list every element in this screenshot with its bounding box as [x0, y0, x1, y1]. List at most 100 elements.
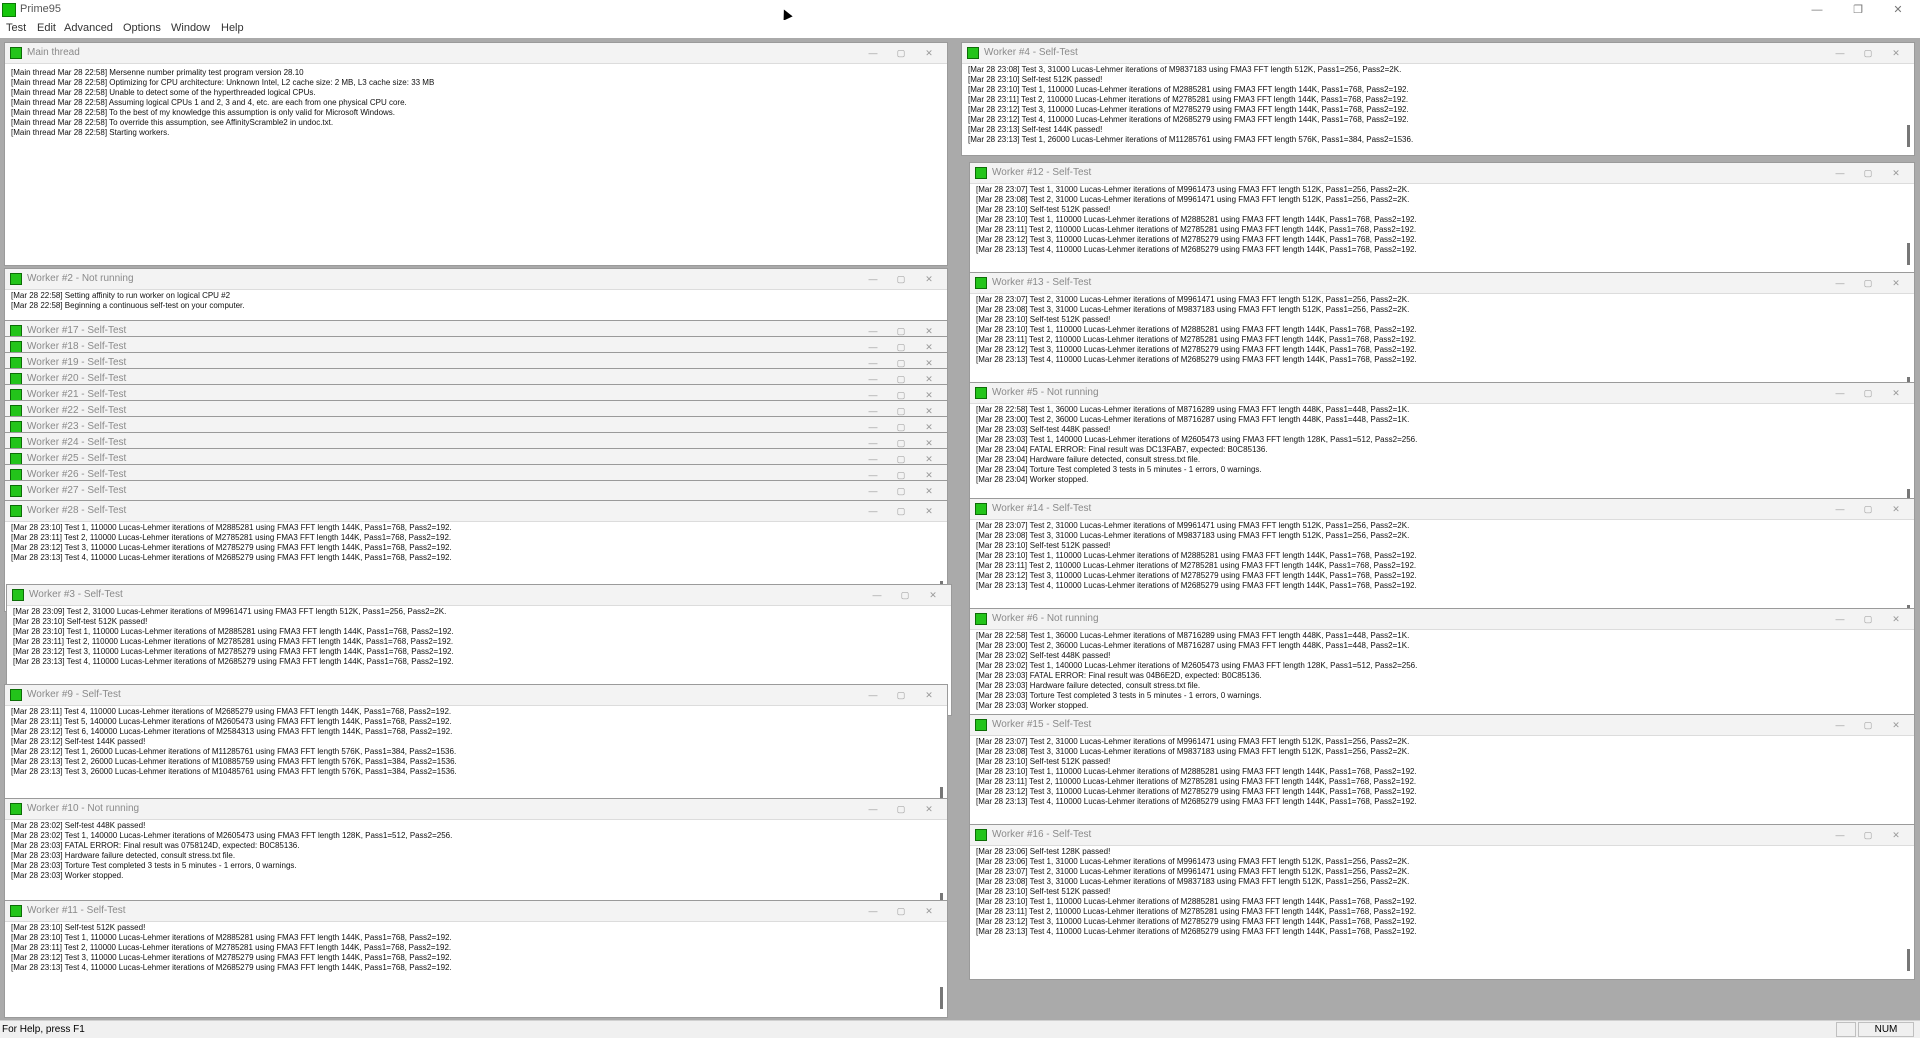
window-minimize-button[interactable]: — [1828, 385, 1852, 401]
restore-button[interactable]: ❐ [1838, 0, 1878, 20]
scrollbar-thumb[interactable] [1907, 949, 1910, 971]
log-line: [Mar 28 23:11] Test 5, 140000 Lucas-Lehm… [11, 717, 452, 726]
window-title: Worker #26 - Self-Test [27, 469, 127, 480]
window-maximize-button[interactable]: ▢ [889, 687, 913, 703]
close-button[interactable]: ✕ [1878, 0, 1918, 20]
main-thread-window[interactable]: Main thread — ▢ ✕ [Main thread Mar 28 22:58]… [4, 42, 948, 266]
window-maximize-button[interactable]: ▢ [1856, 385, 1880, 401]
window-maximize-button[interactable]: ▢ [1856, 165, 1880, 181]
scrollbar-thumb[interactable] [940, 987, 943, 1009]
window-close-button[interactable]: ✕ [1884, 275, 1908, 291]
scrollbar-thumb[interactable] [1907, 125, 1910, 147]
window-title-bar[interactable]: Worker #16 - Self-Test — ▢ ✕ [970, 825, 1914, 846]
menu-edit[interactable]: Edit [37, 22, 56, 34]
window-maximize-button[interactable]: ▢ [1856, 501, 1880, 517]
window-minimize-button[interactable]: — [865, 587, 889, 603]
log-line: [Mar 28 23:03] Self-test 448K passed! [976, 425, 1111, 434]
window-maximize-button[interactable]: ▢ [1856, 827, 1880, 843]
window-close-button[interactable]: ✕ [917, 271, 941, 287]
window-title-bar[interactable]: Worker #3 - Self-Test — ▢ ✕ [7, 585, 951, 606]
menu-help[interactable]: Help [221, 22, 244, 34]
worker-window[interactable]: Worker #12 - Self-Test — ▢ ✕ [Mar 28 23:07] … [969, 162, 1915, 274]
window-maximize-button[interactable]: ▢ [889, 801, 913, 817]
log-line: [Mar 28 23:07] Test 2, 31000 Lucas-Lehme… [976, 521, 1410, 530]
window-title-bar[interactable]: Worker #27 - Self-Test — ▢ ✕ [5, 481, 947, 502]
menu-advanced[interactable]: Advanced [64, 22, 113, 34]
window-close-button[interactable]: ✕ [1884, 501, 1908, 517]
window-title-bar[interactable]: Worker #13 - Self-Test — ▢ ✕ [970, 273, 1914, 294]
scrollbar-thumb[interactable] [1907, 243, 1910, 265]
log-line: [Mar 28 23:10] Self-test 512K passed! [976, 205, 1111, 214]
window-title-bar[interactable]: Worker #5 - Not running — ▢ ✕ [970, 383, 1914, 404]
window-minimize-button[interactable]: — [1828, 165, 1852, 181]
window-minimize-button[interactable]: — [861, 903, 885, 919]
window-maximize-button[interactable]: ▢ [889, 503, 913, 519]
menu-options[interactable]: Options [123, 22, 161, 34]
log-line: [Mar 28 23:03] Worker stopped. [976, 701, 1089, 710]
window-maximize-button[interactable]: ▢ [889, 483, 913, 499]
app-title: Prime95 [20, 3, 61, 15]
window-close-button[interactable]: ✕ [917, 687, 941, 703]
window-close-button[interactable]: ✕ [917, 503, 941, 519]
window-maximize-button[interactable]: ▢ [1856, 717, 1880, 733]
window-close-button[interactable]: ✕ [917, 483, 941, 499]
window-minimize-button[interactable]: — [861, 483, 885, 499]
window-title-bar[interactable]: Worker #10 - Not running — ▢ ✕ [5, 799, 947, 820]
log-line: [Mar 28 23:13] Test 3, 26000 Lucas-Lehme… [11, 767, 457, 776]
window-title-bar[interactable]: Worker #15 - Self-Test — ▢ ✕ [970, 715, 1914, 736]
window-close-button[interactable]: ✕ [921, 587, 945, 603]
window-minimize-button[interactable]: — [861, 801, 885, 817]
window-minimize-button[interactable]: — [1828, 611, 1852, 627]
window-maximize-button[interactable]: ▢ [893, 587, 917, 603]
window-minimize-button[interactable]: — [861, 45, 885, 61]
window-maximize-button[interactable]: ▢ [889, 903, 913, 919]
log-line: [Mar 28 23:13] Test 4, 110000 Lucas-Lehm… [976, 355, 1417, 364]
window-close-button[interactable]: ✕ [1884, 385, 1908, 401]
window-title-bar[interactable]: Worker #9 - Self-Test — ▢ ✕ [5, 685, 947, 706]
window-minimize-button[interactable]: — [1828, 275, 1852, 291]
worker-window[interactable]: Worker #11 - Self-Test — ▢ ✕ [Mar 28 23:10] … [4, 900, 948, 1018]
worker-window[interactable]: Worker #4 - Self-Test — ▢ ✕ [Mar 28 23:08] T… [961, 42, 1915, 156]
window-minimize-button[interactable]: — [861, 271, 885, 287]
window-close-button[interactable]: ✕ [1884, 717, 1908, 733]
window-title-bar[interactable]: Worker #14 - Self-Test — ▢ ✕ [970, 499, 1914, 520]
window-close-button[interactable]: ✕ [1884, 165, 1908, 181]
num-lock-indicator: NUM [1858, 1022, 1914, 1037]
window-maximize-button[interactable]: ▢ [889, 271, 913, 287]
window-close-button[interactable]: ✕ [1884, 45, 1908, 61]
log-output: [Main thread Mar 28 22:58] Mersenne numb… [11, 68, 931, 138]
window-close-button[interactable]: ✕ [917, 45, 941, 61]
window-close-button[interactable]: ✕ [917, 903, 941, 919]
log-output: [Mar 28 23:07] Test 1, 31000 Lucas-Lehme… [976, 185, 1898, 273]
window-maximize-button[interactable]: ▢ [1856, 611, 1880, 627]
app-icon [2, 3, 16, 17]
window-title-bar[interactable]: Worker #4 - Self-Test — ▢ ✕ [962, 43, 1914, 64]
worker-window[interactable]: Worker #16 - Self-Test — ▢ ✕ [Mar 28 23:06] … [969, 824, 1915, 980]
menu-test[interactable]: Test [6, 22, 26, 34]
window-title-bar[interactable]: Worker #12 - Self-Test — ▢ ✕ [970, 163, 1914, 184]
window-title-bar[interactable]: Worker #6 - Not running — ▢ ✕ [970, 609, 1914, 630]
log-line: [Mar 28 23:12] Test 3, 110000 Lucas-Lehm… [976, 235, 1417, 244]
window-title-bar[interactable]: Worker #2 - Not running — ▢ ✕ [5, 269, 947, 290]
window-minimize-button[interactable]: — [1828, 501, 1852, 517]
window-maximize-button[interactable]: ▢ [1856, 275, 1880, 291]
window-minimize-button[interactable]: — [1828, 827, 1852, 843]
window-close-button[interactable]: ✕ [917, 801, 941, 817]
window-maximize-button[interactable]: ▢ [889, 45, 913, 61]
window-title: Worker #12 - Self-Test [992, 167, 1092, 178]
window-title-bar[interactable]: Worker #11 - Self-Test — ▢ ✕ [5, 901, 947, 922]
window-minimize-button[interactable]: — [861, 687, 885, 703]
window-minimize-button[interactable]: — [861, 503, 885, 519]
window-close-button[interactable]: ✕ [1884, 611, 1908, 627]
log-line: [Mar 28 23:10] Test 1, 110000 Lucas-Lehm… [976, 897, 1417, 906]
log-line: [Mar 28 23:11] Test 2, 110000 Lucas-Lehm… [976, 777, 1417, 786]
window-minimize-button[interactable]: — [1828, 717, 1852, 733]
window-minimize-button[interactable]: — [1828, 45, 1852, 61]
window-title-bar[interactable]: Worker #28 - Self-Test — ▢ ✕ [5, 501, 947, 522]
window-close-button[interactable]: ✕ [1884, 827, 1908, 843]
window-title-bar[interactable]: Main thread — ▢ ✕ [5, 43, 947, 64]
window-maximize-button[interactable]: ▢ [1856, 45, 1880, 61]
log-line: [Mar 28 23:03] Hardware failure detected… [976, 681, 1201, 690]
minimize-button[interactable]: — [1797, 0, 1837, 20]
menu-window[interactable]: Window [171, 22, 210, 34]
